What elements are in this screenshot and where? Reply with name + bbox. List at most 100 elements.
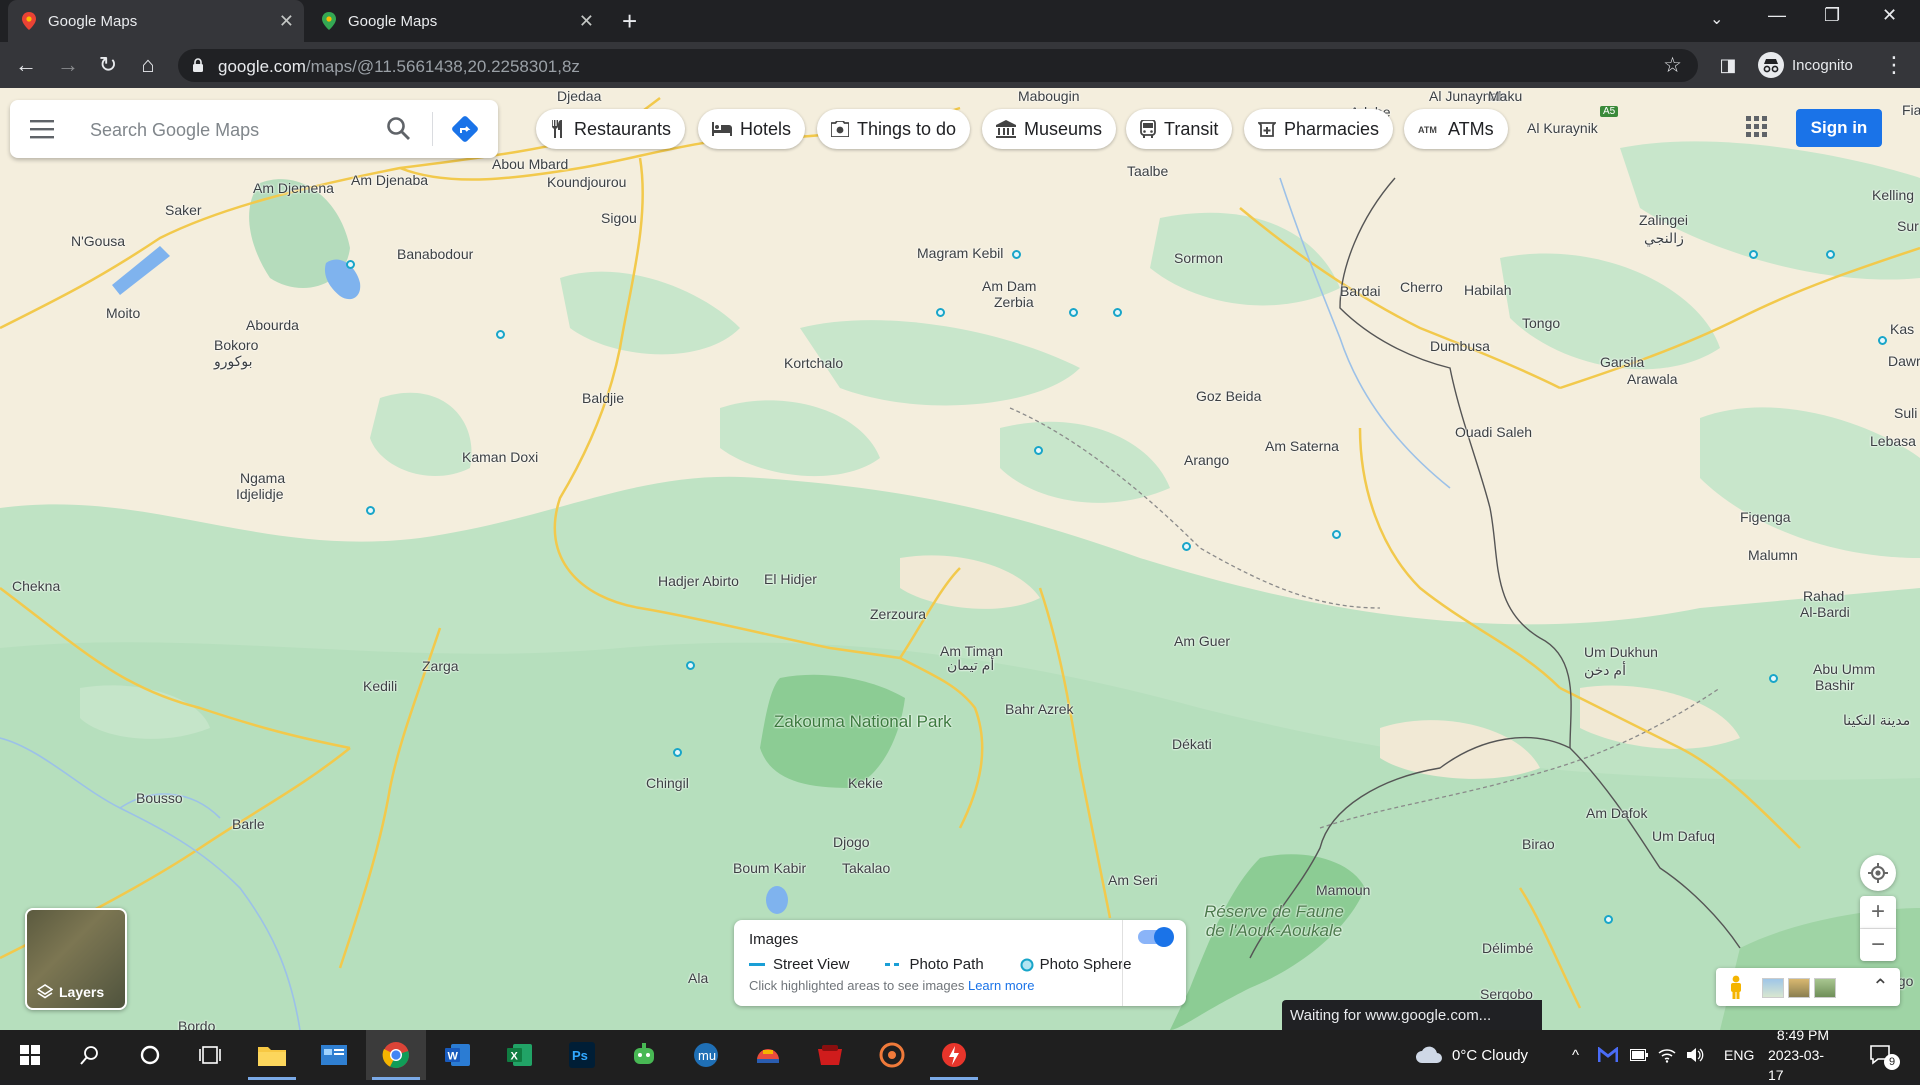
images-toggle[interactable] xyxy=(1138,927,1174,947)
place-label[interactable]: Lebasa xyxy=(1870,433,1916,449)
photo-sphere-marker[interactable] xyxy=(346,260,355,269)
place-label[interactable]: Goz Beida xyxy=(1196,388,1261,404)
close-window-button[interactable]: ✕ xyxy=(1882,5,1897,26)
place-label[interactable]: Am Seri xyxy=(1108,872,1158,888)
taskbar-chrome[interactable] xyxy=(366,1030,426,1080)
tray-overflow-chevron-icon[interactable]: ^ xyxy=(1572,1030,1579,1080)
photo-sphere-marker[interactable] xyxy=(673,748,682,757)
place-label[interactable]: Bokoro xyxy=(214,337,258,353)
place-label[interactable]: Djogo xyxy=(833,834,870,850)
place-label[interactable]: Am Djenaba xyxy=(351,172,428,188)
photo-sphere-marker[interactable] xyxy=(1332,530,1341,539)
taskbar-app-bolt[interactable] xyxy=(924,1030,984,1080)
task-view-button[interactable] xyxy=(180,1030,240,1080)
cortana-button[interactable] xyxy=(120,1030,180,1080)
place-label[interactable]: Kekie xyxy=(848,775,883,791)
place-label[interactable]: Taalbe xyxy=(1127,163,1168,179)
taskbar-app-disc[interactable] xyxy=(862,1030,922,1080)
tab-google-maps-1[interactable]: Google Maps ✕ xyxy=(8,0,304,42)
taskbar-word[interactable]: W xyxy=(428,1030,488,1080)
google-apps-icon[interactable] xyxy=(1746,116,1768,138)
place-label[interactable]: Am Saterna xyxy=(1265,438,1339,454)
place-label[interactable]: Tongo xyxy=(1522,315,1560,331)
place-label[interactable]: Arango xyxy=(1184,452,1229,468)
place-label[interactable]: Sur xyxy=(1897,218,1919,234)
place-label[interactable]: Malumn xyxy=(1748,547,1798,563)
place-label[interactable]: Idjelidje xyxy=(236,486,283,502)
chip-museums[interactable]: Museums xyxy=(982,109,1117,149)
search-icon[interactable] xyxy=(386,116,412,142)
place-label[interactable]: Al Kuraynik xyxy=(1527,120,1598,136)
place-label[interactable]: Bousso xyxy=(136,790,183,806)
battery-icon[interactable] xyxy=(1630,1030,1648,1080)
reload-icon[interactable]: ↻ xyxy=(94,51,122,79)
clock[interactable]: 8:49 PM 2023-03-17 xyxy=(1768,1027,1838,1083)
place-label[interactable]: Barle xyxy=(232,816,265,832)
forward-icon[interactable]: → xyxy=(54,51,82,79)
restore-button[interactable]: ❐ xyxy=(1824,5,1840,26)
taskbar-app-red[interactable] xyxy=(800,1030,860,1080)
place-label[interactable]: Dawrah xyxy=(1888,353,1920,369)
place-label[interactable]: Kelling xyxy=(1872,187,1914,203)
photo-sphere-marker[interactable] xyxy=(1012,250,1021,259)
photo-sphere-marker[interactable] xyxy=(1113,308,1122,317)
map-canvas[interactable]: Djedaa Abou Mbard Koundjourou Am Djemena Am … xyxy=(0,88,1920,1030)
pegman-icon[interactable] xyxy=(1728,975,1744,999)
taskbar-excel[interactable]: X xyxy=(490,1030,550,1080)
place-label[interactable]: Um Dafuq xyxy=(1652,828,1715,844)
place-label[interactable]: El Hidjer xyxy=(764,571,817,587)
search-button[interactable] xyxy=(60,1030,120,1080)
place-label[interactable]: Habilah xyxy=(1464,282,1511,298)
place-label[interactable]: Zarga xyxy=(422,658,459,674)
place-label[interactable]: Ngama xyxy=(240,470,285,486)
place-label[interactable]: Kas xyxy=(1890,321,1914,337)
place-label[interactable]: Abou Mbard xyxy=(492,156,568,172)
photo-sphere-marker[interactable] xyxy=(1749,250,1758,259)
place-label[interactable]: Ouadi Saleh xyxy=(1455,424,1532,440)
place-label[interactable]: Zalingei xyxy=(1639,212,1688,228)
taskbar-photoshop[interactable]: Ps xyxy=(552,1030,612,1080)
place-label[interactable]: Am Dam xyxy=(982,278,1036,294)
home-icon[interactable]: ⌂ xyxy=(134,51,162,79)
start-button[interactable] xyxy=(0,1030,60,1080)
place-label[interactable]: Kaman Doxi xyxy=(462,449,538,465)
place-label[interactable]: Bashir xyxy=(1815,677,1855,693)
place-label[interactable]: Mamoun xyxy=(1316,882,1370,898)
place-label[interactable]: Takalao xyxy=(842,860,890,876)
expand-chevron-icon[interactable]: ⌃ xyxy=(1872,974,1889,999)
place-label[interactable]: Saker xyxy=(165,202,202,218)
place-label[interactable]: Bordo xyxy=(178,1018,215,1030)
place-label[interactable]: Cherro xyxy=(1400,279,1443,295)
place-label[interactable]: Mabougin xyxy=(1018,88,1080,104)
place-label[interactable]: Magram Kebil xyxy=(917,245,1003,261)
photo-sphere-marker[interactable] xyxy=(1034,446,1043,455)
place-label[interactable]: Moito xyxy=(106,305,140,321)
notification-center-button[interactable]: 9 xyxy=(1870,1030,1900,1080)
wifi-icon[interactable] xyxy=(1658,1030,1676,1080)
place-label[interactable]: Djedaa xyxy=(557,88,601,104)
photo-sphere-marker[interactable] xyxy=(366,506,375,515)
place-label[interactable]: زالنجي xyxy=(1644,230,1684,247)
place-label[interactable]: بوكورو xyxy=(214,353,253,370)
volume-icon[interactable] xyxy=(1686,1030,1704,1080)
address-bar[interactable]: google.com/maps/@11.5661438,20.2258301,8… xyxy=(178,49,1698,82)
hamburger-menu-icon[interactable] xyxy=(30,118,56,140)
place-label[interactable]: Suli xyxy=(1894,405,1917,421)
place-label[interactable]: Birao xyxy=(1522,836,1555,852)
photo-sphere-marker[interactable] xyxy=(1069,308,1078,317)
place-label[interactable]: Bahr Azrek xyxy=(1005,701,1073,717)
taskbar-app-helmet[interactable] xyxy=(738,1030,798,1080)
chip-transit[interactable]: Transit xyxy=(1126,109,1233,149)
place-label[interactable]: Bardai xyxy=(1340,283,1380,299)
place-label[interactable]: Koundjourou xyxy=(547,174,626,190)
new-tab-button[interactable]: + xyxy=(622,6,637,37)
place-label[interactable]: Abourda xyxy=(246,317,299,333)
my-location-button[interactable] xyxy=(1860,855,1896,891)
place-label[interactable]: Baldjie xyxy=(582,390,624,406)
place-label[interactable]: Hadjer Abirto xyxy=(658,573,739,589)
photo-sphere-marker[interactable] xyxy=(1182,542,1191,551)
imagery-thumb-1[interactable] xyxy=(1762,978,1784,998)
place-label[interactable]: Arawala xyxy=(1627,371,1678,387)
place-label[interactable]: Zerbia xyxy=(994,294,1034,310)
tray-app-m-icon[interactable] xyxy=(1598,1030,1618,1080)
